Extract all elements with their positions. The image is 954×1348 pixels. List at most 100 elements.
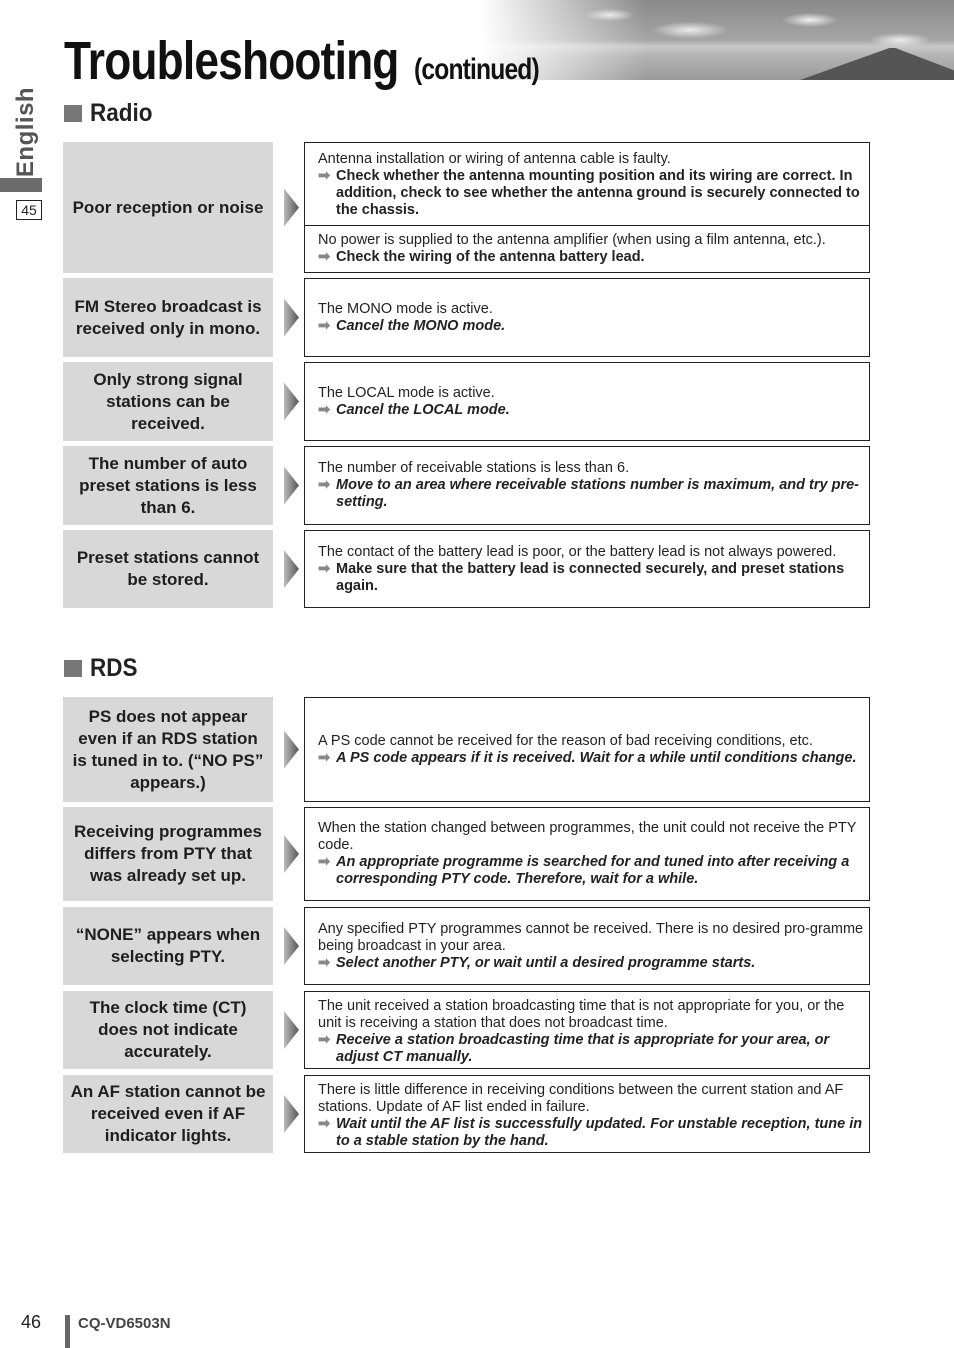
- solution-cell: No power is supplied to the antenna ampl…: [305, 225, 869, 272]
- solution-box: The contact of the battery lead is poor,…: [304, 530, 870, 608]
- remedy-text: Check the wiring of the antenna battery …: [336, 249, 645, 265]
- troubleshooting-row: The number of auto preset stations is le…: [63, 446, 870, 525]
- arrow-right-icon: ➡: [318, 1116, 331, 1132]
- problem-text: FM Stereo broadcast is received only in …: [74, 296, 262, 338]
- troubleshooting-row: Only strong signal stations can be recei…: [63, 362, 870, 441]
- troubleshooting-row: The clock time (CT) does not indicate ac…: [63, 991, 870, 1069]
- remedy-text: Cancel the MONO mode.: [336, 317, 506, 334]
- troubleshooting-row: Receiving programmes differs from PTY th…: [63, 807, 870, 901]
- problem-cell: PS does not appear even if an RDS statio…: [63, 697, 273, 802]
- cause-text: The MONO mode is active.: [318, 300, 493, 317]
- problem-cell: FM Stereo broadcast is received only in …: [63, 278, 273, 357]
- cause-text: When the station changed between program…: [318, 820, 857, 853]
- language-label: English: [12, 86, 40, 178]
- troubleshooting-row: “NONE” appears when selecting PTY. Any sp…: [63, 907, 870, 985]
- arrow-right-icon: ➡: [318, 401, 331, 418]
- troubleshooting-row: Preset stations cannot be stored. The con…: [63, 530, 870, 608]
- problem-cell: Only strong signal stations can be recei…: [63, 362, 273, 441]
- problem-text: Receiving programmes differs from PTY th…: [73, 822, 262, 885]
- problem-text: Poor reception or noise: [72, 197, 264, 217]
- troubleshooting-row: PS does not appear even if an RDS statio…: [63, 697, 870, 802]
- remedy: ➡ Check whether the antenna mounting posi…: [318, 168, 865, 219]
- solution-box: Antenna installation or wiring of antenn…: [304, 142, 870, 273]
- remedy: ➡ Cancel the MONO mode.: [318, 318, 865, 335]
- remedy: ➡ Receive a station broadcasting time tha…: [318, 1032, 865, 1066]
- page-title-main: Troubleshooting: [64, 31, 399, 91]
- troubleshooting-row: Poor reception or noise Antenna installat…: [63, 142, 870, 273]
- solution-box: There is little difference in receiving …: [304, 1075, 870, 1153]
- solution-cell: A PS code cannot be received for the rea…: [305, 698, 869, 801]
- solution-cell: The unit received a station broadcasting…: [305, 992, 869, 1072]
- remedy-text: An appropriate programme is searched for…: [336, 854, 850, 887]
- problem-cell: Receiving programmes differs from PTY th…: [63, 807, 273, 901]
- solution-cell: The LOCAL mode is active. ➡ Cancel the LOC…: [305, 363, 869, 440]
- remedy: ➡ Wait until the AF list is successfully …: [318, 1116, 865, 1150]
- problem-text: Preset stations cannot be stored.: [76, 548, 260, 589]
- footer-divider: [65, 1315, 70, 1348]
- problem-cell: “NONE” appears when selecting PTY.: [63, 907, 273, 985]
- problem-text: PS does not appear even if an RDS statio…: [72, 706, 264, 792]
- page-number: 46: [21, 1312, 42, 1332]
- remedy-text: Receive a station broadcasting time that…: [336, 1032, 830, 1065]
- problem-text: Only strong signal stations can be recei…: [93, 369, 243, 433]
- remedy-text: Make sure that the battery lead is conne…: [336, 560, 845, 594]
- troubleshooting-row: FM Stereo broadcast is received only in …: [63, 278, 870, 357]
- cause-text: The LOCAL mode is active.: [318, 384, 495, 401]
- arrow-right-icon: ➡: [318, 749, 331, 766]
- problem-cell: An AF station cannot be received even if…: [63, 1075, 273, 1153]
- arrow-right-icon: ➡: [318, 560, 331, 577]
- triangle-pointer-icon: [284, 550, 299, 588]
- problem-text: “NONE” appears when selecting PTY.: [75, 925, 261, 966]
- troubleshooting-row: An AF station cannot be received even if…: [63, 1075, 870, 1153]
- section-heading-radio: Radio: [64, 99, 159, 128]
- solution-box: The MONO mode is active. ➡ Cancel the MONO…: [304, 278, 870, 357]
- remedy: ➡ Make sure that the battery lead is conn…: [318, 561, 865, 595]
- triangle-pointer-icon: [284, 730, 299, 769]
- cause-text: The number of receivable stations is les…: [318, 460, 630, 476]
- triangle-pointer-icon: [284, 1011, 299, 1049]
- cause-text: No power is supplied to the antenna ampl…: [318, 232, 826, 248]
- problem-cell: The number of auto preset stations is le…: [63, 446, 273, 525]
- problem-cell: Poor reception or noise: [63, 142, 273, 273]
- solution-cell: The contact of the battery lead is poor,…: [305, 531, 869, 607]
- triangle-pointer-icon: [284, 298, 299, 337]
- cause-text: There is little difference in receiving …: [318, 1082, 844, 1115]
- problem-text: An AF station cannot be received even if…: [70, 1082, 266, 1145]
- remedy: ➡ An appropriate programme is searched fo…: [318, 854, 865, 888]
- remedy: ➡ Move to an area where receivable statio…: [318, 477, 865, 511]
- solution-box: The unit received a station broadcasting…: [304, 991, 870, 1069]
- remedy-text: Cancel the LOCAL mode.: [336, 401, 510, 418]
- solution-box: A PS code cannot be received for the rea…: [304, 697, 870, 802]
- cause-text: The contact of the battery lead is poor,…: [318, 543, 837, 560]
- remedy: ➡ A PS code appears if it is received. Wa…: [318, 750, 865, 767]
- solution-cell: The MONO mode is active. ➡ Cancel the MONO…: [305, 279, 869, 356]
- solution-box: The LOCAL mode is active. ➡ Cancel the LOC…: [304, 362, 870, 441]
- solution-box: Any specified PTY programmes cannot be r…: [304, 907, 870, 985]
- cause-text: The unit received a station broadcasting…: [318, 998, 845, 1031]
- solution-cell: Antenna installation or wiring of antenn…: [305, 143, 869, 225]
- arrow-right-icon: ➡: [318, 477, 331, 493]
- page-title-subtitle: (continued): [413, 53, 540, 86]
- solution-cell: The number of receivable stations is les…: [305, 447, 869, 524]
- remedy: ➡ Cancel the LOCAL mode.: [318, 402, 865, 419]
- arrow-right-icon: ➡: [318, 317, 331, 334]
- triangle-pointer-icon: [284, 927, 299, 965]
- section-heading-rds: RDS: [64, 654, 143, 683]
- arrow-right-icon: ➡: [318, 168, 331, 184]
- solution-cell: When the station changed between program…: [305, 808, 869, 900]
- problem-text: The clock time (CT) does not indicate ac…: [89, 998, 247, 1061]
- cause-text: Antenna installation or wiring of antenn…: [318, 151, 671, 167]
- cause-text: Any specified PTY programmes cannot be r…: [318, 920, 864, 954]
- solution-box: When the station changed between program…: [304, 807, 870, 901]
- language-tab: English: [8, 86, 44, 178]
- page-title: Troubleshooting (continued): [64, 30, 566, 92]
- triangle-pointer-icon: [284, 835, 299, 873]
- remedy-text: Check whether the antenna mounting posit…: [336, 168, 860, 218]
- cause-text: A PS code cannot be received for the rea…: [318, 732, 813, 749]
- solution-cell: There is little difference in receiving …: [305, 1076, 869, 1156]
- triangle-pointer-icon: [284, 466, 299, 505]
- remedy: ➡ Check the wiring of the antenna battery…: [318, 249, 865, 266]
- solution-cell: Any specified PTY programmes cannot be r…: [305, 908, 869, 984]
- arrow-right-icon: ➡: [318, 249, 331, 265]
- arrow-right-icon: ➡: [318, 1032, 331, 1048]
